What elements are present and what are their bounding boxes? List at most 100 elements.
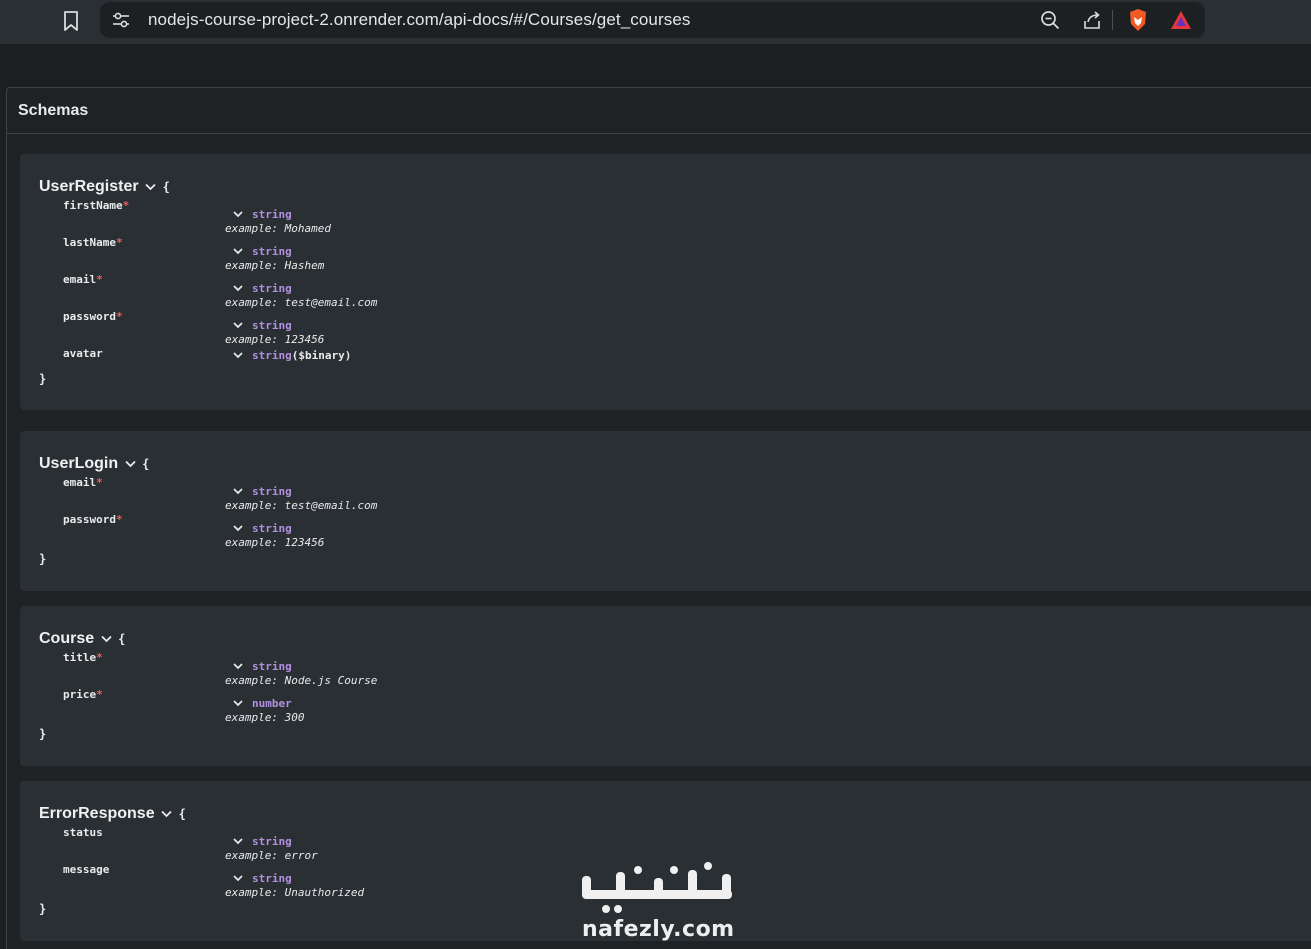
required-marker: * bbox=[115, 513, 123, 526]
property-type[interactable]: string bbox=[232, 245, 292, 258]
property-type[interactable]: string bbox=[232, 485, 292, 498]
open-brace: { bbox=[142, 457, 150, 471]
close-brace: } bbox=[39, 902, 47, 916]
chevron-down-icon[interactable] bbox=[232, 487, 244, 497]
property-type[interactable]: string bbox=[232, 835, 292, 848]
model-header[interactable]: ErrorResponse { bbox=[39, 805, 186, 823]
property-type[interactable]: string bbox=[232, 282, 292, 295]
model-userregister: UserRegister { firstName* string example… bbox=[20, 154, 1311, 410]
share-icon[interactable] bbox=[1080, 8, 1104, 32]
schemas-title: Schemas bbox=[18, 101, 89, 119]
chevron-down-icon[interactable] bbox=[232, 699, 244, 709]
property-example: example: Unauthorized bbox=[225, 886, 365, 899]
swagger-page: Schemas UserRegister { firstName* string… bbox=[0, 44, 1311, 949]
property-type[interactable]: string bbox=[232, 208, 292, 221]
site-settings-icon[interactable] bbox=[110, 9, 132, 31]
open-brace: { bbox=[178, 807, 186, 821]
property-name: email* bbox=[63, 273, 103, 286]
chevron-down-icon[interactable] bbox=[232, 524, 244, 534]
property-example: example: test@email.com bbox=[225, 499, 378, 512]
property-row: message string example: Unauthorized bbox=[20, 863, 620, 900]
brave-rewards-icon[interactable] bbox=[1169, 8, 1193, 32]
schemas-header[interactable]: Schemas bbox=[7, 88, 1311, 134]
property-type[interactable]: string bbox=[232, 660, 292, 673]
chevron-down-icon[interactable] bbox=[124, 458, 136, 470]
required-marker: * bbox=[96, 651, 103, 664]
property-name: message bbox=[63, 863, 110, 876]
property-name: firstName* bbox=[63, 199, 130, 212]
property-name: avatar bbox=[63, 347, 103, 360]
close-brace: } bbox=[39, 552, 47, 566]
property-row: status string example: error bbox=[20, 826, 620, 863]
property-name: password* bbox=[63, 310, 123, 323]
property-row: lastName* string example: Hashem bbox=[20, 236, 620, 273]
model-userlogin: UserLogin { email* string example: test@… bbox=[20, 431, 1311, 591]
model-name[interactable]: Course bbox=[39, 630, 94, 648]
chevron-down-icon[interactable] bbox=[232, 662, 244, 672]
property-name: price* bbox=[63, 688, 103, 701]
property-name: email* bbox=[63, 476, 103, 489]
nafezly-watermark: nafezly.com bbox=[572, 862, 742, 947]
chevron-down-icon[interactable] bbox=[232, 837, 244, 847]
property-name: status bbox=[63, 826, 103, 839]
nafezly-logo-arabic bbox=[582, 862, 732, 913]
property-example: example: Node.js Course bbox=[225, 674, 378, 687]
close-brace: } bbox=[39, 372, 47, 386]
bookmark-icon[interactable] bbox=[58, 8, 84, 34]
open-brace: { bbox=[162, 180, 170, 194]
toolbar-divider bbox=[1112, 10, 1113, 30]
address-bar[interactable]: nodejs-course-project-2.onrender.com/api… bbox=[100, 2, 1205, 38]
required-marker: * bbox=[96, 476, 103, 489]
chevron-down-icon[interactable] bbox=[100, 633, 112, 645]
property-type[interactable]: number bbox=[232, 697, 292, 710]
close-brace: } bbox=[39, 727, 47, 741]
model-name[interactable]: UserLogin bbox=[39, 455, 118, 473]
model-header[interactable]: Course { bbox=[39, 630, 125, 648]
chevron-down-icon[interactable] bbox=[232, 321, 244, 331]
url-text[interactable]: nodejs-course-project-2.onrender.com/api… bbox=[148, 10, 690, 30]
nafezly-logo-latin: nafezly.com bbox=[582, 917, 735, 942]
model-header[interactable]: UserRegister { bbox=[39, 178, 170, 196]
property-example: example: Mohamed bbox=[225, 222, 331, 235]
property-name: lastName* bbox=[63, 236, 123, 249]
property-name: password* bbox=[63, 513, 123, 526]
required-marker: * bbox=[115, 310, 123, 323]
property-type[interactable]: string bbox=[232, 872, 292, 885]
open-brace: { bbox=[118, 632, 126, 646]
property-example: example: 300 bbox=[225, 711, 305, 724]
property-row: email* string example: test@email.com bbox=[20, 476, 620, 513]
property-example: example: error bbox=[225, 849, 318, 862]
chevron-down-icon[interactable] bbox=[145, 181, 157, 193]
chevron-down-icon[interactable] bbox=[232, 210, 244, 220]
property-row: title* string example: Node.js Course bbox=[20, 651, 620, 688]
property-type[interactable]: string bbox=[232, 319, 292, 332]
property-example: example: 123456 bbox=[225, 536, 325, 549]
property-name: title* bbox=[63, 651, 103, 664]
property-row: password* string example: 123456 bbox=[20, 310, 620, 347]
property-example: example: 123456 bbox=[225, 333, 325, 346]
zoom-out-icon[interactable] bbox=[1038, 8, 1062, 32]
property-row: email* string example: test@email.com bbox=[20, 273, 620, 310]
property-example: example: Hashem bbox=[225, 259, 325, 272]
property-type[interactable]: string bbox=[232, 522, 292, 535]
property-example: example: test@email.com bbox=[225, 296, 378, 309]
chevron-down-icon[interactable] bbox=[232, 247, 244, 257]
required-marker: * bbox=[115, 236, 123, 249]
required-marker: * bbox=[96, 688, 103, 701]
property-row: password* string example: 123456 bbox=[20, 513, 620, 550]
property-type[interactable]: string($binary) bbox=[232, 349, 351, 362]
required-marker: * bbox=[96, 273, 103, 286]
required-marker: * bbox=[122, 199, 130, 212]
chevron-down-icon[interactable] bbox=[232, 351, 244, 361]
model-header[interactable]: UserLogin { bbox=[39, 455, 149, 473]
brave-shields-icon[interactable] bbox=[1126, 8, 1150, 32]
model-name[interactable]: ErrorResponse bbox=[39, 805, 155, 823]
model-course: Course { title* string example: Node.js … bbox=[20, 606, 1311, 766]
browser-toolbar: nodejs-course-project-2.onrender.com/api… bbox=[0, 0, 1311, 44]
chevron-down-icon[interactable] bbox=[161, 808, 173, 820]
property-row: firstName* string example: Mohamed bbox=[20, 199, 620, 236]
property-row: price* number example: 300 bbox=[20, 688, 620, 725]
chevron-down-icon[interactable] bbox=[232, 874, 244, 884]
chevron-down-icon[interactable] bbox=[232, 284, 244, 294]
model-name[interactable]: UserRegister bbox=[39, 178, 139, 196]
